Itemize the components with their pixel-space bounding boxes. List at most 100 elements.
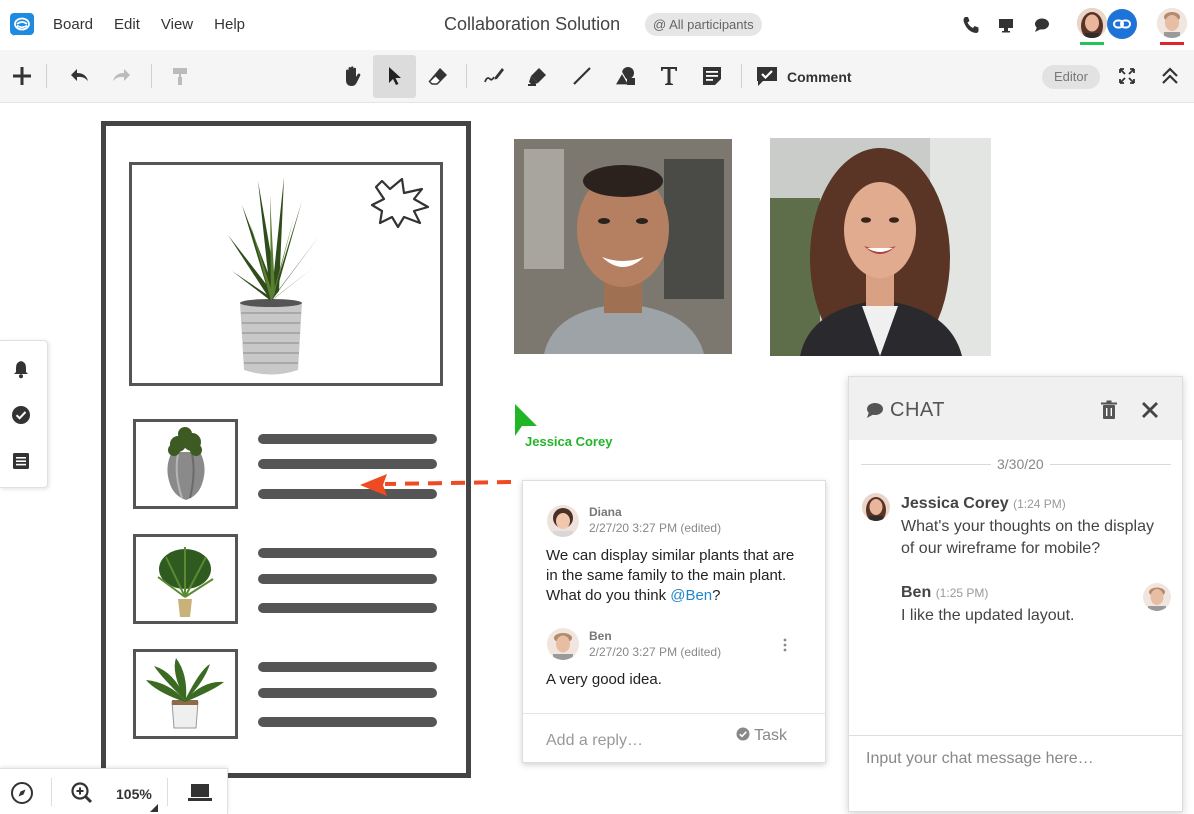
share-link-button[interactable] — [1107, 9, 1137, 39]
text-placeholder-line — [258, 459, 437, 469]
wireframe-hero-image[interactable] — [129, 162, 443, 386]
zoom-dropdown-icon[interactable] — [150, 804, 158, 812]
toolbar-divider — [151, 64, 152, 88]
collapse-toolbar-icon[interactable] — [1158, 64, 1182, 88]
add-icon[interactable] — [10, 64, 34, 88]
video-feed-image — [514, 139, 732, 354]
leafy-plant-image — [146, 658, 224, 729]
bell-icon[interactable] — [11, 359, 31, 379]
avatar-ben-image — [1143, 583, 1171, 611]
line-icon[interactable] — [570, 64, 594, 88]
comment-timestamp: 2/27/20 3:27 PM (edited) — [589, 645, 722, 659]
chat-panel: CHAT 3/30/20 Jessica Corey (1:24 PM) Wha… — [848, 376, 1183, 812]
chat-message-author: Jessica Corey (1:24 PM) — [901, 495, 1066, 513]
avatar-diana-image — [547, 505, 579, 537]
chat-avatar-jessica — [862, 493, 890, 521]
mode-badge[interactable]: Editor — [1042, 65, 1100, 89]
check-circle-icon[interactable] — [11, 405, 31, 425]
side-panel — [0, 340, 48, 488]
pen-icon[interactable] — [482, 64, 506, 88]
wireframe-product-thumb-2[interactable] — [133, 534, 238, 624]
chat-author-name: Jessica Corey — [901, 495, 1009, 512]
comment-check-icon[interactable] — [755, 64, 779, 88]
participants-filter[interactable]: @ All participants — [645, 13, 762, 36]
redo-icon[interactable] — [110, 64, 134, 88]
comment-author: Ben — [589, 629, 612, 643]
undo-icon[interactable] — [67, 64, 91, 88]
text-placeholder-line — [258, 717, 437, 727]
reply-input[interactable]: Add a reply… — [546, 732, 643, 750]
zoom-in-icon[interactable] — [70, 781, 94, 805]
comment-thread-card[interactable]: Diana 2/27/20 3:27 PM (edited) We can di… — [522, 480, 826, 763]
format-painter-icon[interactable] — [168, 64, 192, 88]
chat-icon — [867, 403, 883, 418]
comment-timestamp: 2/27/20 3:27 PM (edited) — [589, 521, 722, 535]
chat-message-author: Ben (1:25 PM) — [901, 584, 988, 602]
text-icon[interactable] — [657, 64, 681, 88]
link-icon — [1113, 19, 1131, 29]
hand-icon[interactable] — [340, 64, 364, 88]
menu-board[interactable]: Board — [53, 16, 93, 33]
remote-cursor-label: Jessica Corey — [525, 434, 613, 449]
more-options-icon[interactable] — [781, 637, 789, 653]
wireframe-product-thumb-1[interactable] — [133, 419, 238, 509]
menu-view[interactable]: View — [161, 16, 193, 33]
comment-mention-link[interactable]: @Ben — [670, 587, 712, 604]
menu-edit[interactable]: Edit — [114, 16, 140, 33]
video-participant-jessica[interactable] — [770, 138, 991, 356]
video-participant-ben[interactable] — [514, 139, 732, 354]
app-logo-icon[interactable] — [9, 12, 35, 38]
fit-screen-icon[interactable] — [1115, 64, 1139, 88]
chat-input-area[interactable]: Input your chat message here… — [849, 735, 1182, 811]
chat-date-label: 3/30/20 — [991, 456, 1050, 472]
chat-message-time: (1:25 PM) — [935, 586, 989, 600]
phone-icon[interactable] — [961, 15, 981, 35]
presentation-mode-icon[interactable] — [187, 781, 213, 805]
sticky-note-icon[interactable] — [700, 64, 724, 88]
vase-plant-image — [167, 427, 205, 500]
remote-cursor-icon — [515, 404, 537, 436]
burst-shape — [370, 177, 430, 229]
chat-header: CHAT — [849, 377, 1182, 440]
task-button[interactable]: Task — [736, 727, 787, 745]
toolbar-divider — [466, 64, 467, 88]
comment-text: A very good idea. — [546, 671, 662, 688]
toolbar-divider — [46, 64, 47, 88]
highlighter-icon[interactable] — [526, 64, 550, 88]
trash-icon[interactable] — [1100, 400, 1118, 420]
avatar-ben-image — [547, 628, 579, 660]
eraser-icon[interactable] — [426, 64, 450, 88]
avatar-jessica[interactable] — [1077, 8, 1107, 38]
bottom-divider — [167, 778, 168, 806]
dashed-arrow-connector[interactable] — [355, 470, 515, 500]
list-icon[interactable] — [11, 451, 31, 471]
comment-author: Diana — [589, 505, 622, 519]
menu-help[interactable]: Help — [214, 16, 245, 33]
task-label: Task — [754, 727, 788, 744]
potted-plant-image — [228, 177, 430, 375]
zoom-level[interactable]: 105% — [116, 786, 152, 802]
avatar-ben[interactable] — [1157, 8, 1187, 38]
select-arrow-icon[interactable] — [383, 64, 407, 88]
shapes-icon[interactable] — [613, 64, 637, 88]
menu-bar: Board Edit View Help — [53, 16, 266, 33]
chat-message-text: I like the updated layout. — [901, 607, 1075, 624]
top-bar: Board Edit View Help Collaboration Solut… — [0, 0, 1194, 50]
text-placeholder-line — [258, 603, 437, 613]
speaking-indicator — [1080, 42, 1104, 45]
chat-avatar-ben — [1143, 583, 1171, 611]
chat-message-input[interactable]: Input your chat message here… — [866, 750, 1094, 768]
avatar-jessica-image — [862, 493, 890, 521]
comment-avatar-ben — [547, 628, 579, 660]
text-placeholder-line — [258, 548, 437, 558]
board-title: Collaboration Solution — [444, 14, 621, 34]
toolbar-divider — [741, 64, 742, 88]
chat-author-name: Ben — [901, 584, 932, 601]
chat-bubble-icon[interactable] — [1032, 15, 1052, 35]
compass-icon[interactable] — [10, 781, 34, 805]
comment-tool-label[interactable]: Comment — [787, 69, 852, 85]
wireframe-product-thumb-3[interactable] — [133, 649, 238, 739]
text-placeholder-line — [258, 574, 437, 584]
screen-share-icon[interactable] — [996, 15, 1016, 35]
close-icon[interactable] — [1141, 401, 1159, 419]
